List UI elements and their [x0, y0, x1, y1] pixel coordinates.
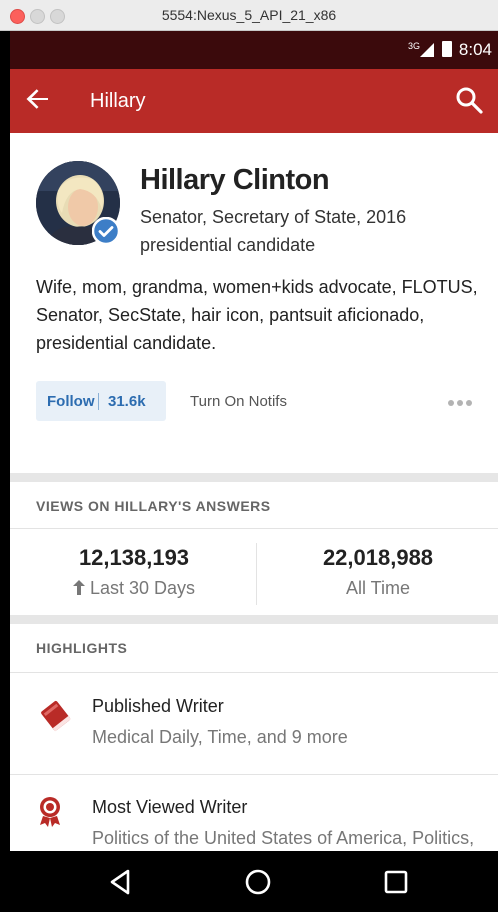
section-gap [10, 615, 498, 624]
up-arrow-icon [72, 580, 85, 595]
divider [10, 672, 498, 673]
views-last-30-days-label: Last 30 Days [14, 578, 254, 599]
device-frame: 3G 8:04 Hillary Hillary Clinton Senator,… [0, 31, 498, 912]
network-type-label: 3G [407, 41, 420, 51]
verified-badge-icon [91, 216, 121, 246]
follow-button[interactable]: Follow 31.6k [36, 381, 166, 421]
app-bar-title: Hillary [90, 90, 146, 112]
views-all-time-label: All Time [345, 578, 410, 598]
highlights-section-header: HIGHLIGHTS [36, 640, 128, 656]
signal-icon [420, 43, 434, 57]
search-icon[interactable] [454, 85, 484, 115]
highlight-title: Most Viewed Writer [92, 797, 248, 817]
follow-divider [98, 393, 99, 410]
stats-divider [256, 543, 257, 605]
award-ribbon-icon [36, 795, 74, 833]
android-nav-bar [10, 851, 498, 912]
status-time: 8:04 [458, 40, 492, 59]
views-last-30-days-value: 12,138,193 [78, 545, 190, 570]
book-icon [36, 696, 74, 734]
profile-name: Hillary Clinton [140, 164, 330, 196]
profile-content[interactable]: Hillary Clinton Senator, Secretary of St… [10, 133, 498, 851]
nav-home-icon[interactable] [243, 867, 273, 897]
follow-button-label: Follow [47, 393, 95, 410]
device-screen: 3G 8:04 Hillary Hillary Clinton Senator,… [10, 31, 498, 912]
divider [10, 774, 498, 775]
nav-recents-icon[interactable] [381, 867, 411, 897]
views-all-time-value: 22,018,988 [322, 545, 434, 570]
follower-count: 31.6k [108, 393, 146, 410]
nav-back-icon[interactable] [106, 867, 136, 897]
avatar[interactable] [36, 161, 121, 246]
divider [10, 528, 498, 529]
highlight-subtitle: Politics of the United States of America… [92, 828, 475, 848]
app-bar: Hillary [10, 69, 498, 133]
views-last-30-days-text: Last 30 Days [89, 578, 196, 598]
back-arrow-icon[interactable] [24, 85, 52, 118]
highlight-title: Published Writer [92, 696, 224, 716]
views-section-header: VIEWS ON HILLARY'S ANSWERS [36, 498, 271, 514]
turn-on-notifs-button[interactable]: Turn On Notifs [190, 393, 287, 410]
status-bar: 3G 8:04 [10, 31, 498, 69]
battery-icon [442, 41, 452, 57]
highlight-subtitle: Medical Daily, Time, and 9 more [92, 727, 348, 747]
profile-bio: Wife, mom, grandma, women+kids advocate,… [36, 277, 478, 353]
window-title: 5554:Nexus_5_API_21_x86 [161, 7, 337, 23]
emulator-window-titlebar: 5554:Nexus_5_API_21_x86 [0, 0, 498, 31]
more-options-icon[interactable] [448, 393, 480, 409]
section-gap [10, 473, 498, 482]
profile-credential: Senator, Secretary of State, 2016 presid… [140, 207, 407, 255]
